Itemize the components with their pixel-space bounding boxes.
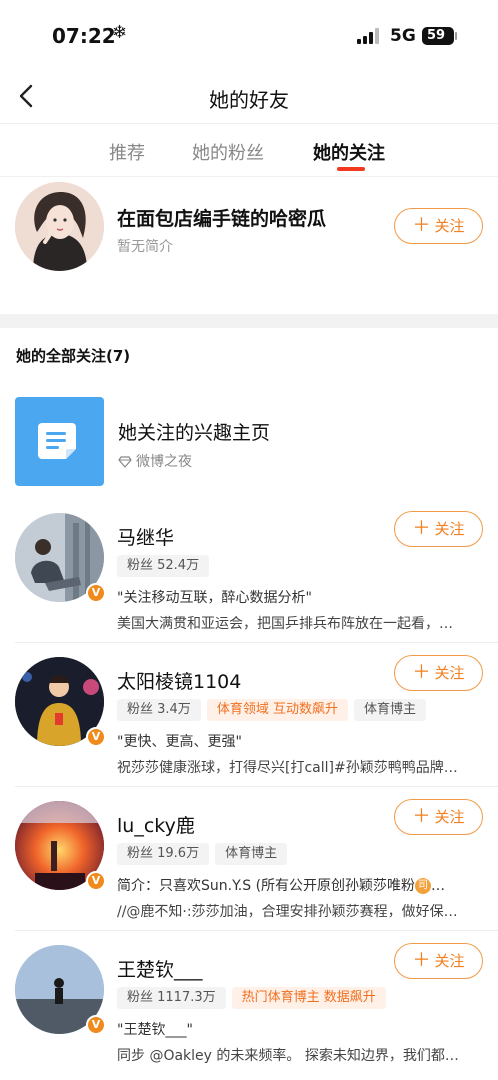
user-row[interactable]: V 王楚钦___ 粉丝 1117.3万 热门体育博主 数据飙升 "王楚钦___"…: [0, 931, 498, 1075]
fans-count-tag: 粉丝 19.6万: [117, 843, 210, 865]
signal-icon: [357, 28, 381, 44]
plus-icon: ＋: [412, 806, 431, 827]
user-latest-post: 美国大满贯和亚运会，把国乒排兵布阵放在一起看，…: [117, 616, 453, 632]
section-title: 她的全部关注(7): [16, 347, 131, 365]
hot-tag: 体育领域 互动数飙升: [206, 699, 348, 721]
user-row[interactable]: V 马继华 粉丝 52.4万 "关注移动互联，醉心数据分析" 美国大满贯和亚运会…: [0, 499, 498, 643]
plus-icon: ＋: [412, 518, 431, 539]
user-latest-post: //@鹿不知·:莎莎加油，合理安排孙颖莎赛程，做好保…: [117, 904, 458, 920]
tag-line: 粉丝 3.4万 体育领域 互动数飙升 体育博主: [117, 699, 426, 721]
fans-count-tag: 粉丝 52.4万: [117, 555, 210, 577]
status-bar: 07:22 ❄ 5G 59: [0, 0, 498, 70]
user-description: "关注移动互联，醉心数据分析": [117, 590, 312, 606]
user-description: "王楚钦___": [117, 1022, 193, 1038]
user-description: 简介：只喜欢Sun.Y.S (所有公开原创孙颖莎唯粉司…: [117, 875, 482, 895]
plus-icon: ＋: [412, 950, 431, 971]
battery-icon: 59: [422, 27, 454, 45]
category-tag: 体育博主: [215, 843, 288, 865]
follow-label: 关注: [434, 217, 465, 235]
document-icon: [38, 423, 76, 459]
follow-label: 关注: [434, 664, 465, 682]
user-row[interactable]: V 太阳棱镜1104 粉丝 3.4万 体育领域 互动数飙升 体育博主 "更快、更…: [0, 643, 498, 787]
featured-user-intro: 暂无简介: [117, 239, 173, 255]
tab-indicator: [337, 167, 365, 171]
category-tag: 体育博主: [353, 699, 426, 721]
user-description-text: 简介：只喜欢Sun.Y.S (所有公开原创孙颖莎唯粉: [117, 878, 416, 894]
page-title: 她的好友: [209, 88, 289, 112]
verified-badge-icon: V: [86, 583, 106, 603]
user-name[interactable]: 王楚钦___: [117, 955, 203, 982]
user-name[interactable]: 马继华: [117, 523, 174, 550]
user-latest-post: 同步 @Oakley 的未来频率。 探索未知边界，我们都…: [117, 1048, 459, 1064]
back-arrow-icon[interactable]: [14, 82, 42, 110]
follow-button[interactable]: ＋关注: [394, 943, 483, 979]
follow-button[interactable]: ＋关注: [394, 799, 483, 835]
interest-page-subtitle: 微博之夜: [118, 451, 192, 471]
snowflake-icon: ❄: [112, 22, 128, 43]
follow-label: 关注: [434, 808, 465, 826]
follow-label: 关注: [434, 952, 465, 970]
tab-her-fans[interactable]: 她的粉丝: [192, 139, 264, 165]
plus-icon: ＋: [412, 215, 431, 236]
avatar[interactable]: [15, 182, 104, 271]
tab-recommend[interactable]: 推荐: [109, 139, 145, 165]
user-name[interactable]: 太阳棱镜1104: [117, 667, 241, 694]
featured-user-name[interactable]: 在面包店编手链的哈密瓜: [117, 204, 326, 231]
plus-icon: ＋: [412, 662, 431, 683]
hot-tag: 热门体育博主 数据飙升: [231, 987, 386, 1009]
fans-count-tag: 粉丝 1117.3万: [117, 987, 226, 1009]
status-time: 07:22: [52, 24, 116, 48]
avatar-illustration: [15, 182, 104, 271]
interest-page-subtitle-text: 微博之夜: [136, 454, 192, 470]
user-latest-post: 祝莎莎健康涨球，打得尽兴[打call]#孙颖莎鸭鸭品牌…: [117, 760, 458, 776]
tag-line: 粉丝 1117.3万 热门体育博主 数据飙升: [117, 987, 386, 1009]
follow-button[interactable]: ＋关注: [394, 511, 483, 547]
follow-label: 关注: [434, 520, 465, 538]
featured-user-card[interactable]: 在面包店编手链的哈密瓜 暂无简介 ＋关注: [0, 178, 498, 314]
network-label: 5G: [390, 26, 416, 46]
ellipsis: …: [431, 878, 446, 894]
user-description: "更快、更高、更强": [117, 734, 242, 750]
tag-line: 粉丝 19.6万 体育博主: [117, 843, 288, 865]
verified-badge-icon: V: [86, 871, 106, 891]
battery-cap: [455, 32, 457, 40]
tag-line: 粉丝 52.4万: [117, 555, 210, 577]
follow-button[interactable]: ＋关注: [394, 208, 483, 244]
verified-badge-icon: V: [86, 727, 106, 747]
nav-bar: 她的好友: [0, 70, 498, 124]
verified-badge-icon: V: [86, 1015, 106, 1035]
fans-count-tag: 粉丝 3.4万: [117, 699, 201, 721]
diamond-icon: [118, 456, 132, 468]
tab-her-following[interactable]: 她的关注: [313, 139, 385, 165]
user-row[interactable]: V lu_cky鹿 粉丝 19.6万 体育博主 简介：只喜欢Sun.Y.S (所…: [0, 787, 498, 931]
interest-page-icon[interactable]: [15, 397, 104, 486]
tab-bar: 推荐 她的粉丝 她的关注: [0, 125, 498, 177]
battery-level: 59: [426, 28, 446, 43]
interest-page-title[interactable]: 她关注的兴趣主页: [118, 418, 270, 445]
follow-button[interactable]: ＋关注: [394, 655, 483, 691]
user-name[interactable]: lu_cky鹿: [117, 811, 195, 838]
section-divider: [0, 314, 498, 328]
inline-badge-icon: 司: [415, 878, 432, 894]
